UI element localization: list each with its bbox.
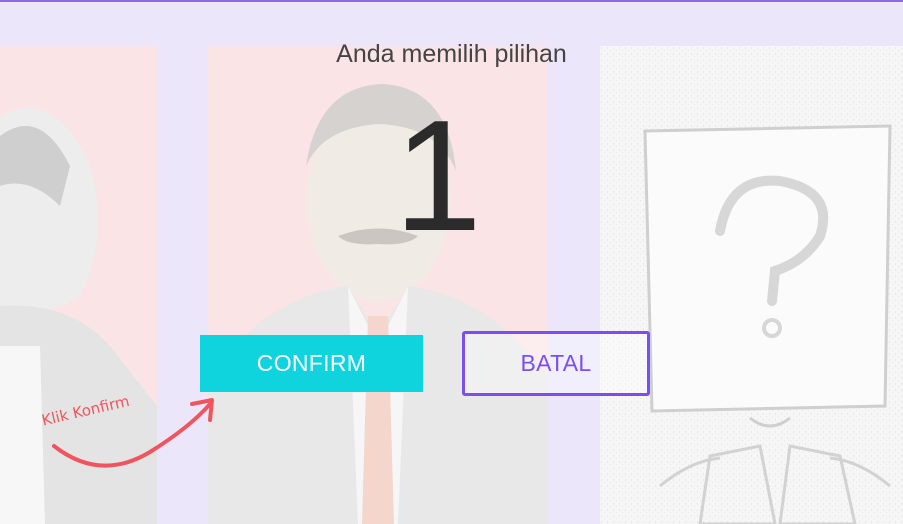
selected-candidate-number: 1 (394, 88, 482, 264)
candidate-card-2[interactable] (208, 46, 548, 524)
placeholder-unknown-person-icon (600, 46, 903, 524)
hint-arrow-icon (52, 398, 214, 468)
confirm-button[interactable]: CONFIRM (200, 335, 423, 392)
candidate-card-3[interactable] (600, 46, 903, 524)
candidate-photo-2 (208, 46, 548, 524)
cancel-button[interactable]: BATAL (462, 331, 650, 396)
top-border-line (0, 0, 903, 2)
